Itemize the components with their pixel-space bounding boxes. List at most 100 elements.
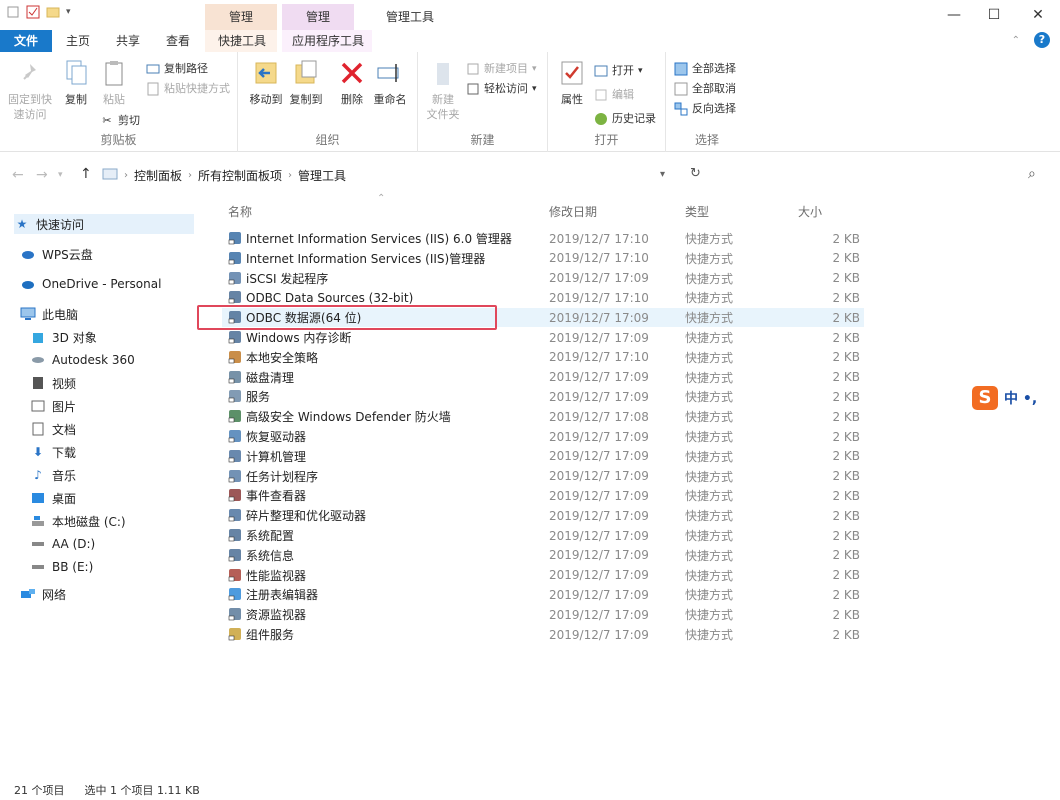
file-row[interactable]: 系统信息 2019/12/7 17:09 快捷方式 2 KB: [222, 546, 864, 565]
address-dropdown-icon[interactable]: ▾: [660, 169, 665, 180]
forward-arrow-icon[interactable]: →: [36, 167, 48, 183]
invert-selection-button[interactable]: 反向选择: [674, 100, 736, 118]
pin-quick-access-button[interactable]: 固定到快 速访问: [6, 58, 54, 122]
new-folder-icon[interactable]: [46, 5, 60, 19]
file-name: iSCSI 发起程序: [246, 271, 329, 286]
nav-documents[interactable]: 文档: [30, 419, 76, 439]
file-modified-date: 2019/12/7 17:09: [549, 449, 649, 464]
easy-access-button[interactable]: 轻松访问 ▾: [466, 80, 537, 98]
autodesk-icon: [30, 352, 46, 368]
nav-desktop[interactable]: 桌面: [30, 488, 76, 508]
file-row[interactable]: iSCSI 发起程序 2019/12/7 17:09 快捷方式 2 KB: [222, 269, 864, 288]
file-row[interactable]: Internet Information Services (IIS)管理器 20…: [222, 249, 864, 268]
tab-home[interactable]: 主页: [58, 30, 98, 52]
tab-view[interactable]: 查看: [158, 30, 198, 52]
file-row[interactable]: Windows 内存诊断 2019/12/7 17:09 快捷方式 2 KB: [222, 328, 864, 347]
collapse-ribbon-icon[interactable]: ⌃: [1012, 35, 1020, 46]
tab-app-tools[interactable]: 应用程序工具: [284, 30, 372, 52]
nav-videos[interactable]: 视频: [30, 373, 76, 393]
ime-toolbar[interactable]: S 中 •,: [972, 386, 1037, 410]
open-button[interactable]: 打开 ▾: [594, 62, 643, 80]
nav-downloads[interactable]: ⬇ 下载: [30, 442, 76, 462]
shortcut-icon: [228, 251, 242, 265]
nav-drive-d[interactable]: AA (D:): [30, 534, 95, 554]
file-row[interactable]: 性能监视器 2019/12/7 17:09 快捷方式 2 KB: [222, 566, 864, 585]
file-row[interactable]: 任务计划程序 2019/12/7 17:09 快捷方式 2 KB: [222, 467, 864, 486]
copy-to-button[interactable]: 复制到: [284, 58, 328, 107]
history-button[interactable]: 历史记录: [594, 110, 656, 128]
new-item-button[interactable]: 新建项目 ▾: [466, 60, 537, 78]
search-icon[interactable]: ⌕: [1028, 166, 1036, 182]
shortcut-icon: [228, 469, 242, 483]
select-all-button[interactable]: 全部选择: [674, 60, 736, 78]
customize-dropdown-icon[interactable]: ▾: [66, 5, 80, 19]
file-row[interactable]: 事件查看器 2019/12/7 17:09 快捷方式 2 KB: [222, 486, 864, 505]
recent-locations-icon[interactable]: ▾: [58, 170, 63, 180]
nav-pictures[interactable]: 图片: [30, 396, 76, 416]
nav-network[interactable]: 网络: [20, 584, 66, 604]
file-row[interactable]: 服务 2019/12/7 17:09 快捷方式 2 KB: [222, 387, 864, 406]
file-size: 2 KB: [832, 370, 860, 385]
minimize-button[interactable]: —: [932, 0, 976, 30]
maximize-button[interactable]: ☐: [972, 0, 1016, 30]
file-size: 2 KB: [832, 389, 860, 404]
close-button[interactable]: ✕: [1016, 0, 1060, 30]
rename-button[interactable]: 重命名: [368, 58, 412, 107]
column-header-date[interactable]: 修改日期: [549, 203, 597, 220]
column-header-name[interactable]: 名称: [228, 203, 252, 220]
file-row[interactable]: 碎片整理和优化驱动器 2019/12/7 17:09 快捷方式 2 KB: [222, 506, 864, 525]
file-row[interactable]: 注册表编辑器 2019/12/7 17:09 快捷方式 2 KB: [222, 585, 864, 604]
file-type: 快捷方式: [685, 449, 734, 464]
nav-music[interactable]: ♪ 音乐: [30, 465, 76, 485]
context-tab-manage-2[interactable]: 管理: [282, 4, 354, 30]
nav-3d-objects[interactable]: 3D 对象: [30, 327, 97, 347]
tab-shortcut-tools[interactable]: 快捷工具: [210, 30, 274, 52]
help-icon[interactable]: ?: [1034, 32, 1050, 48]
checkmark-icon[interactable]: [26, 5, 40, 19]
nav-label: 此电脑: [42, 307, 79, 322]
new-folder-button[interactable]: 新建 文件夹: [422, 58, 464, 122]
nav-this-pc[interactable]: 此电脑: [20, 304, 78, 324]
tab-file[interactable]: 文件: [0, 30, 52, 52]
nav-drive-c[interactable]: 本地磁盘 (C:): [30, 511, 126, 531]
file-size: 2 KB: [832, 290, 860, 305]
file-row[interactable]: 磁盘清理 2019/12/7 17:09 快捷方式 2 KB: [222, 368, 864, 387]
cut-button[interactable]: ✂ 剪切: [100, 112, 140, 130]
file-row[interactable]: 资源监视器 2019/12/7 17:09 快捷方式 2 KB: [222, 605, 864, 624]
file-row[interactable]: Internet Information Services (IIS) 6.0 …: [222, 229, 864, 248]
file-name: 系统信息: [246, 548, 295, 563]
copy-path-button[interactable]: 复制路径: [146, 60, 208, 78]
nav-wps-cloud[interactable]: WPS云盘: [20, 244, 93, 264]
move-to-button[interactable]: 移动到: [244, 58, 288, 107]
edit-button[interactable]: 编辑: [594, 86, 634, 104]
paste-button[interactable]: 粘贴: [92, 58, 136, 107]
select-none-button[interactable]: 全部取消: [674, 80, 736, 98]
file-row[interactable]: 计算机管理 2019/12/7 17:09 快捷方式 2 KB: [222, 447, 864, 466]
file-size: 2 KB: [832, 607, 860, 622]
breadcrumb-control-panel[interactable]: 控制面板: [134, 167, 182, 184]
tab-share[interactable]: 共享: [108, 30, 148, 52]
file-row[interactable]: 系统配置 2019/12/7 17:09 快捷方式 2 KB: [222, 526, 864, 545]
file-row[interactable]: 本地安全策略 2019/12/7 17:10 快捷方式 2 KB: [222, 348, 864, 367]
address-bar[interactable]: › 控制面板 › 所有控制面板项 › 管理工具: [102, 164, 682, 186]
refresh-icon[interactable]: ↻: [690, 166, 701, 181]
nav-onedrive[interactable]: OneDrive - Personal: [20, 274, 161, 294]
nav-drive-e[interactable]: BB (E:): [30, 557, 93, 577]
file-row[interactable]: 恢复驱动器 2019/12/7 17:09 快捷方式 2 KB: [222, 427, 864, 446]
file-modified-date: 2019/12/7 17:09: [549, 310, 649, 325]
file-row[interactable]: 组件服务 2019/12/7 17:09 快捷方式 2 KB: [222, 625, 864, 644]
ribbon: 固定到快 速访问 复制 粘贴 复制路径 粘贴快捷方式 ✂ 剪切 剪贴板 移动到 …: [0, 52, 1060, 152]
column-header-type[interactable]: 类型: [685, 203, 709, 220]
breadcrumb-admin-tools[interactable]: 管理工具: [298, 167, 346, 184]
breadcrumb-all-items[interactable]: 所有控制面板项: [198, 167, 282, 184]
context-tab-manage-1[interactable]: 管理: [205, 4, 277, 30]
properties-icon[interactable]: [6, 5, 20, 19]
nav-autodesk[interactable]: Autodesk 360: [30, 350, 135, 370]
properties-button[interactable]: 属性: [550, 58, 594, 107]
file-row[interactable]: 高级安全 Windows Defender 防火墙 2019/12/7 17:08…: [222, 407, 864, 426]
paste-shortcut-button[interactable]: 粘贴快捷方式: [146, 80, 230, 98]
nav-quick-access[interactable]: ★ 快速访问: [14, 214, 194, 234]
back-arrow-icon[interactable]: ←: [12, 167, 24, 183]
column-header-size[interactable]: 大小: [798, 203, 822, 220]
up-arrow-icon[interactable]: ↑: [80, 166, 92, 182]
